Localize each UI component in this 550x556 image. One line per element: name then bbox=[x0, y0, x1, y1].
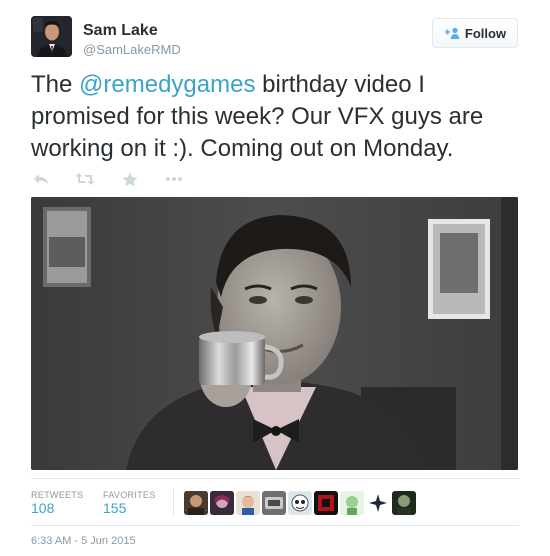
reply-icon bbox=[34, 174, 48, 184]
retweet-icon bbox=[75, 173, 95, 185]
author-handle[interactable]: @SamLakeRMD bbox=[83, 42, 181, 57]
favorite-button[interactable] bbox=[120, 170, 140, 188]
stats-divider-top bbox=[31, 478, 519, 479]
follow-button-label: Follow bbox=[464, 25, 507, 41]
favoriter-avatar[interactable] bbox=[210, 491, 234, 515]
mention-link[interactable]: @remedygames bbox=[79, 71, 255, 98]
tweet-media-photo[interactable] bbox=[31, 197, 518, 470]
author-avatar[interactable] bbox=[31, 16, 72, 57]
stats-divider-bottom bbox=[31, 525, 519, 526]
retweets-label: RETWEETS bbox=[31, 490, 84, 500]
stats-separator bbox=[173, 488, 174, 516]
favoriter-avatar[interactable] bbox=[262, 491, 286, 515]
favoriter-avatar[interactable] bbox=[288, 491, 312, 515]
reply-button[interactable] bbox=[31, 170, 51, 188]
favoriter-avatar[interactable] bbox=[236, 491, 260, 515]
favoriter-avatar[interactable] bbox=[366, 491, 390, 515]
more-button[interactable] bbox=[164, 170, 184, 188]
favoriter-avatar[interactable] bbox=[392, 491, 416, 515]
favoriter-avatar[interactable] bbox=[340, 491, 364, 515]
favorites-count[interactable]: 155 bbox=[103, 500, 126, 516]
favoriter-avatar[interactable] bbox=[314, 491, 338, 515]
tweet-text-before: The bbox=[31, 71, 80, 98]
tweet-text: The @remedygames birthday video I promis… bbox=[31, 69, 526, 165]
retweet-button[interactable] bbox=[75, 170, 95, 188]
author-name[interactable]: Sam Lake bbox=[83, 22, 158, 40]
follow-button[interactable]: Follow bbox=[432, 18, 518, 48]
follow-person-plus-icon bbox=[444, 27, 460, 39]
more-icon bbox=[166, 177, 182, 181]
favoriter-avatar[interactable] bbox=[184, 491, 208, 515]
retweets-count[interactable]: 108 bbox=[31, 500, 54, 516]
favorites-label: FAVORITES bbox=[103, 490, 156, 500]
avatar-portrait bbox=[31, 16, 72, 57]
tweet-card: Sam Lake @SamLakeRMD Follow The @remedyg… bbox=[0, 0, 550, 556]
tweet-timestamp[interactable]: 6:33 AM - 5 Jun 2015 bbox=[31, 535, 136, 547]
media-image bbox=[31, 197, 518, 470]
star-icon bbox=[122, 172, 138, 186]
